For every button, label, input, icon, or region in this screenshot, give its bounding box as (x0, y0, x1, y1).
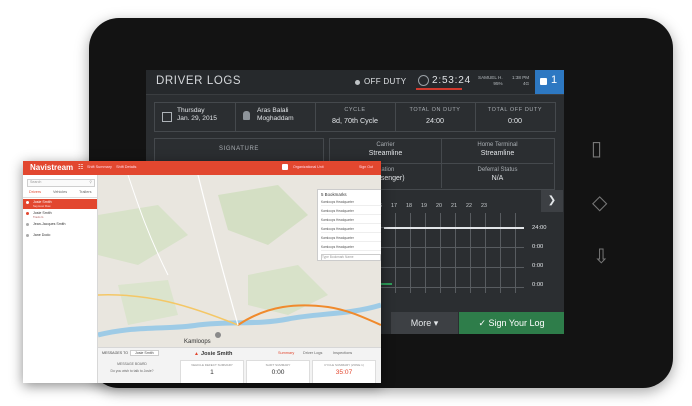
driver-badge: SAMUEL H. 95% (478, 75, 503, 86)
sign-out-link[interactable]: Sign Out (359, 165, 373, 169)
org-badge-icon (282, 164, 288, 170)
message-icon (540, 78, 547, 85)
bookmark-item[interactable]: Kamloops Headquarter (321, 209, 381, 215)
clock-progress-bar (416, 88, 462, 90)
vehicle-defect-card: VEHICLE DEFECT SUMMARY 1 (180, 360, 244, 383)
home-icon[interactable]: ⇩ (593, 244, 610, 268)
log-date-cell[interactable]: Thursday Jan. 29, 2015 (155, 103, 236, 131)
hour-label: 17 (391, 203, 397, 209)
warning-icon: ▲ (194, 351, 199, 357)
driver-detail-panel: MESSAGES TO Josie Smith MESSAGE BOARD Do… (98, 347, 381, 383)
tab-vehicles[interactable]: Vehicles (53, 190, 67, 194)
system-time: 1:38 PM 4G (512, 75, 530, 86)
clock-icon (418, 75, 429, 86)
check-icon: ✓ (478, 318, 486, 328)
chevron-down-icon: ▾ (433, 318, 439, 328)
cycle-cell: CYCLE 8d, 70th Cycle (315, 103, 396, 131)
bookmark-item[interactable]: Kamloops Headquarter (321, 218, 381, 224)
search-input[interactable]: Search ⚲ (27, 179, 95, 187)
bookmark-item[interactable]: Kamloops Headquarter (321, 227, 381, 233)
tab-inspections[interactable]: Inspections (333, 351, 352, 355)
sidebar-tabs: Drivers Vehicles Trailers (23, 189, 97, 198)
recent-apps-icon[interactable]: ▯ (591, 136, 602, 160)
calendar-icon (162, 112, 172, 122)
recipient-select[interactable]: Josie Smith (130, 350, 159, 356)
message-board: MESSAGE BOARD Do you wish to talk to Jos… (110, 362, 154, 373)
app-header: DRIVER LOGS OFF DUTY 2:53:24 SAMUEL H. 9… (146, 70, 564, 95)
driver-cell[interactable]: Aras Balali Moghaddam (235, 103, 316, 131)
hour-label: 19 (421, 203, 427, 209)
driver-sidebar: Search ⚲ Drivers Vehicles Trailers Josie… (23, 175, 98, 383)
messages-button[interactable]: 1 (535, 70, 564, 94)
duration-value: 0:00 (532, 263, 544, 269)
duty-status[interactable]: OFF DUTY (364, 77, 406, 86)
tab-driver-logs[interactable]: Driver Logs (303, 351, 322, 355)
nav-shift-summary[interactable]: Shift Summary (87, 165, 112, 169)
on-duty-line (384, 227, 524, 229)
duration-value: 0:00 (532, 244, 544, 250)
duty-clock: 2:53:24 (432, 75, 471, 86)
log-summary-row: Thursday Jan. 29, 2015 Aras Balali Mogha… (154, 102, 556, 132)
driver-first-name: Aras Balali (257, 107, 289, 114)
web-top-bar: Navistream ☷ Shift Summary Shift Details… (23, 161, 381, 175)
hour-label: 18 (406, 203, 412, 209)
web-dashboard: Navistream ☷ Shift Summary Shift Details… (23, 161, 381, 383)
hour-label: 20 (436, 203, 442, 209)
sign-log-button[interactable]: ✓ Sign Your Log (459, 312, 564, 334)
selected-driver-name: Josie Smith (201, 351, 233, 357)
grid-menu-icon[interactable]: ☷ (78, 164, 83, 171)
cycle-summary-card: CYCLE SUMMARY (ZONE 1) 35:07 (312, 360, 376, 383)
bookmark-item[interactable]: Kamloops Headquarter (321, 245, 381, 251)
bookmarks-title: 5 Bookmarks (321, 192, 347, 197)
bookmark-item[interactable]: Kamloops Headquarter (321, 200, 381, 206)
more-button[interactable]: More ▾ (391, 312, 458, 334)
log-date: Jan. 29, 2015 (177, 115, 217, 122)
list-item[interactable]: Josie Smith Travis G (23, 210, 97, 220)
tab-summary[interactable]: Summary (278, 351, 294, 355)
map-view[interactable]: Kamloops 5 Bookmarks Kamloops Headquarte… (98, 175, 381, 347)
hour-label: 21 (451, 203, 457, 209)
tab-trailers[interactable]: Trailers (79, 190, 92, 194)
hour-label: 23 (481, 203, 487, 209)
hour-label: 22 (466, 203, 472, 209)
org-unit-selector[interactable]: Organizational Unit (293, 165, 324, 169)
person-icon (243, 111, 250, 120)
messages-to-label: MESSAGES TO Josie Smith (102, 350, 159, 356)
next-page-button[interactable]: ❯ (541, 190, 563, 212)
list-item[interactable]: Josie Smith Seymour Row (23, 199, 97, 209)
driver-last-name: Moghaddam (257, 115, 294, 122)
list-item[interactable]: Jane Dodo (23, 232, 97, 242)
chevron-right-icon: ❯ (547, 195, 557, 206)
shift-summary-card: SHIFT SUMMARY 0:00 (246, 360, 310, 383)
list-item[interactable]: Jean-Jacques Smith (23, 221, 97, 231)
deferral-status-cell: Deferral Status N/A (477, 167, 518, 182)
duration-value: 24:00 (532, 225, 547, 231)
map-city-label: Kamloops (184, 339, 211, 345)
message-count: 1 (551, 74, 558, 86)
app-logo: Navistream (30, 163, 74, 172)
tab-drivers[interactable]: Drivers (29, 190, 41, 194)
log-day: Thursday (177, 107, 205, 114)
signature-area[interactable]: SIGNATURE (154, 138, 324, 162)
back-icon[interactable]: ◇ (592, 190, 607, 214)
status-dot-icon (355, 80, 360, 85)
total-on-duty-cell: TOTAL ON DUTY 24:00 (395, 103, 476, 131)
total-off-duty-cell: TOTAL OFF DUTY 0:00 (487, 107, 543, 125)
duration-value: 0:00 (532, 282, 544, 288)
bookmarks-panel: 5 Bookmarks Kamloops Headquarter Kamloop… (317, 189, 381, 261)
home-terminal-cell: Home Terminal Streamline (442, 139, 553, 164)
search-icon: ⚲ (89, 180, 92, 184)
nav-shift-details[interactable]: Shift Details (116, 165, 136, 169)
add-bookmark-input[interactable]: Type Bookmark Name (321, 254, 381, 261)
bookmark-item[interactable]: Kamloops Headquarter (321, 236, 381, 242)
page-title: DRIVER LOGS (156, 75, 242, 87)
